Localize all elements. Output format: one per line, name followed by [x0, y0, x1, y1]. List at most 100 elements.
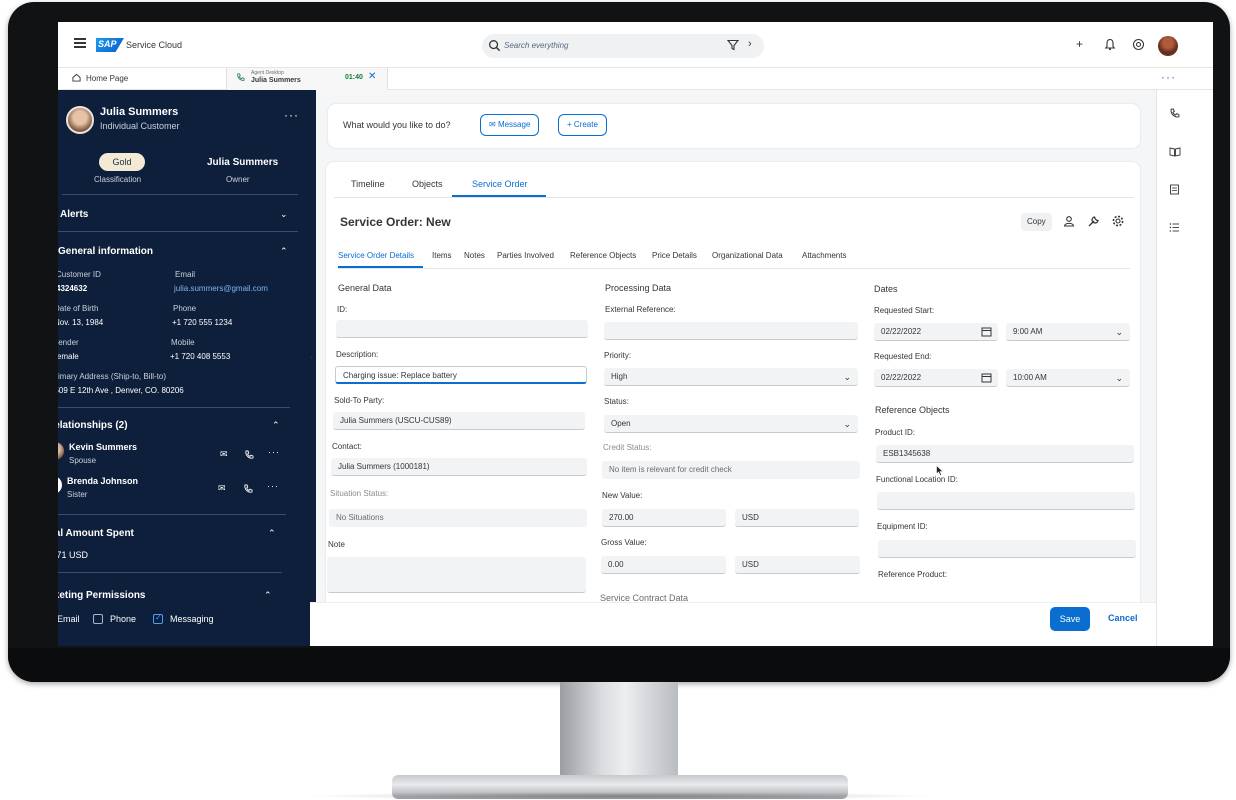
close-icon[interactable]: ✕ [368, 71, 376, 82]
requested-end-date[interactable]: 02/22/2022 [874, 369, 998, 387]
gross-value-input[interactable]: 0.00 [601, 556, 726, 574]
functional-location-input[interactable] [877, 492, 1135, 510]
agent-desktop-tab[interactable]: Agent Desktop Julia Summers 01:40 ✕ [226, 68, 388, 90]
mail-icon[interactable]: ✉ [220, 449, 228, 460]
mail-icon[interactable]: ✉ [218, 483, 226, 494]
search-icon [489, 40, 501, 52]
customer-type: Individual Customer [100, 121, 180, 131]
messaging-checkbox[interactable] [153, 613, 163, 624]
external-reference-input[interactable] [604, 322, 858, 340]
customer-more-icon[interactable]: ··· [284, 108, 299, 122]
new-value-input[interactable]: 270.00 [602, 509, 726, 527]
status-value: Open [611, 419, 631, 428]
subtab-notes[interactable]: Notes [464, 251, 485, 260]
divider [58, 231, 298, 232]
gender-value: Female [58, 352, 79, 361]
subtab-organizational-data[interactable]: Organizational Data [712, 251, 783, 260]
person-icon[interactable] [1063, 215, 1075, 227]
search-input[interactable]: Search everything › [482, 34, 764, 58]
chevron-up-icon[interactable]: ⌃ [272, 420, 280, 431]
avatar-initials: BJ [58, 476, 62, 494]
subtab-reference-objects[interactable]: Reference Objects [570, 251, 636, 260]
chevron-down-icon[interactable]: ⌄ [280, 209, 288, 220]
save-button[interactable]: Save [1050, 607, 1090, 631]
description-label: Description: [336, 350, 379, 359]
id-input[interactable] [336, 320, 588, 338]
filter-icon[interactable] [727, 39, 739, 51]
gross-value-currency[interactable]: USD [735, 556, 860, 574]
phone-icon[interactable] [244, 450, 254, 460]
tab-service-order[interactable]: Service Order [472, 179, 528, 189]
email-label: Email [175, 270, 196, 279]
tab-timeline[interactable]: Timeline [351, 179, 385, 189]
marketing-header[interactable]: Marketing Permissions [58, 590, 145, 601]
mouse-cursor-icon [936, 465, 944, 476]
mobile-label: Mobile [171, 338, 195, 347]
bell-icon[interactable] [1104, 38, 1116, 51]
priority-select[interactable]: High ⌄ [604, 368, 858, 386]
add-icon[interactable]: + [1076, 37, 1083, 51]
new-value-currency[interactable]: USD [735, 509, 859, 527]
calendar-icon[interactable] [981, 372, 992, 383]
message-button[interactable]: ✉ Message [480, 114, 540, 136]
subtab-service-order-details[interactable]: Service Order Details [338, 251, 414, 260]
home-tab-label: Home Page [86, 74, 129, 83]
subtab-items[interactable]: Items [432, 251, 452, 260]
copy-button[interactable]: Copy [1021, 213, 1052, 231]
menu-icon[interactable] [74, 38, 86, 48]
product-id-input[interactable]: ESB1345638 [876, 445, 1134, 463]
avatar [58, 442, 64, 460]
calendar-icon[interactable] [981, 326, 992, 337]
phone-checkbox[interactable] [93, 614, 103, 624]
monitor-scene: SAP Service Cloud Search everything › + … [0, 0, 1236, 800]
document-icon[interactable] [1169, 184, 1180, 195]
subtab-attachments[interactable]: Attachments [802, 251, 846, 260]
address-value: 3509 E 12th Ave , Denver, CO. 80206 [58, 386, 184, 395]
chevron-up-icon[interactable]: ⌃ [268, 528, 276, 539]
right-side-rail [1156, 90, 1213, 646]
contact-input[interactable]: Julia Summers (1000181) [331, 458, 587, 476]
add-icon: + [567, 120, 574, 129]
cancel-button[interactable]: Cancel [1108, 613, 1138, 623]
sold-to-input[interactable]: Julia Summers (USCU-CUS89) [333, 412, 585, 430]
phone-icon[interactable] [243, 484, 253, 494]
requested-end-time[interactable]: 10:00 AM ⌄ [1006, 369, 1130, 387]
subtab-parties-involved[interactable]: Parties Involved [497, 251, 554, 260]
requested-start-date[interactable]: 02/22/2022 [874, 323, 998, 341]
chevron-right-icon[interactable]: › [748, 38, 752, 50]
wrench-icon[interactable] [1087, 215, 1100, 228]
collapse-panel-icon[interactable]: ‹ [310, 352, 313, 363]
description-input[interactable]: Charging issue: Replace battery [335, 366, 587, 384]
phone-icon[interactable] [1169, 108, 1180, 119]
chevron-up-icon[interactable]: ⌃ [264, 590, 272, 601]
status-select[interactable]: Open ⌄ [604, 415, 858, 433]
requested-start-time[interactable]: 9:00 AM ⌄ [1006, 323, 1130, 341]
create-button[interactable]: + Create [558, 114, 607, 136]
general-info-header[interactable]: General information [58, 246, 153, 257]
chevron-up-icon[interactable]: ⌃ [280, 246, 288, 257]
note-textarea[interactable] [327, 557, 586, 593]
dates-title: Dates [874, 284, 898, 294]
total-spent-header[interactable]: Total Amount Spent [58, 528, 134, 539]
user-avatar[interactable] [1158, 36, 1178, 56]
help-icon[interactable] [1132, 38, 1145, 51]
more-icon[interactable]: ··· [267, 481, 279, 491]
relationships-header[interactable]: Relationships (2) [58, 420, 128, 431]
list-icon[interactable] [1169, 222, 1180, 233]
tab-objects[interactable]: Objects [412, 179, 443, 189]
book-icon[interactable] [1169, 146, 1181, 157]
more-icon[interactable]: ··· [268, 447, 280, 457]
situation-label: Situation Status: [330, 489, 389, 498]
alerts-header[interactable]: Alerts [60, 209, 88, 220]
equipment-id-input[interactable] [878, 540, 1136, 558]
home-tab[interactable]: Home Page [72, 73, 128, 83]
gear-icon[interactable] [1112, 215, 1124, 227]
dob-label: Date of Birth [58, 304, 99, 313]
more-icon[interactable]: ··· [1161, 70, 1176, 84]
total-spent-value: 24,371 USD [58, 550, 89, 560]
subtab-price-details[interactable]: Price Details [652, 251, 697, 260]
email-link[interactable]: julia.summers@gmail.com [174, 284, 268, 293]
external-reference-label: External Reference: [605, 305, 676, 314]
processing-data-title: Processing Data [605, 283, 672, 293]
sap-logo: SAP [96, 38, 124, 52]
